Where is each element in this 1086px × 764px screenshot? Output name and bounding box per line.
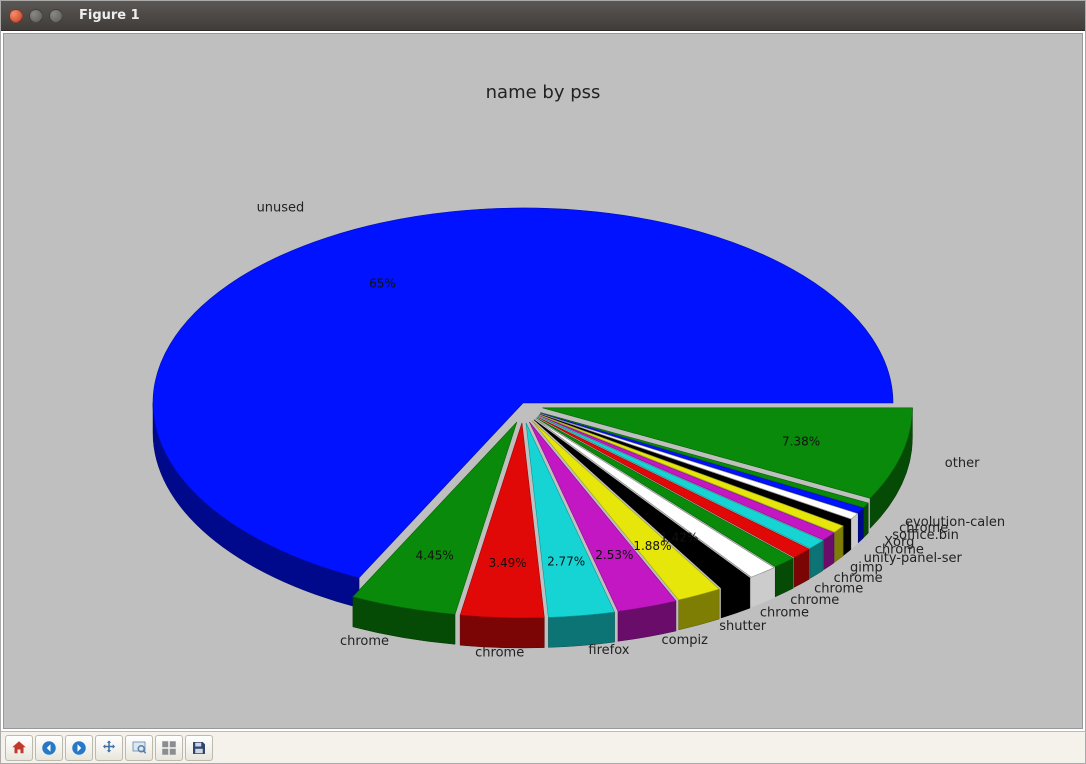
arrow-left-icon [40, 739, 58, 757]
pie-slice-label: chrome [475, 645, 524, 660]
pie-slice-side [858, 508, 863, 543]
pan-button[interactable] [95, 735, 123, 761]
chart-title: name by pss [486, 82, 601, 103]
figure-canvas[interactable]: name by pss unused 65% chrome 4.45% chrome 3.… [3, 33, 1083, 729]
pie-slice-percent: 3.49% [489, 556, 527, 570]
arrow-right-icon [70, 739, 88, 757]
pie-slice-label: unused [257, 200, 305, 215]
home-icon [10, 739, 28, 757]
pie-slice-percent: 2.77% [547, 554, 585, 568]
pie-slice-label: shutter [719, 619, 766, 634]
pie-slice-percent: 1.42% [660, 530, 698, 544]
pie-slice-side [548, 612, 614, 647]
pie-chart: unused 65% chrome 4.45% chrome 3.49% firefox 2.… [63, 103, 1023, 729]
zoom-button[interactable] [125, 735, 153, 761]
matplotlib-toolbar [1, 731, 1085, 763]
titlebar[interactable]: Figure 1 [1, 1, 1085, 31]
pie-slice-label: compiz [662, 633, 709, 648]
pie-slice-percent: 4.45% [416, 548, 454, 562]
save-icon [190, 739, 208, 757]
subplots-button[interactable] [155, 735, 183, 761]
pie-slice-side [851, 513, 857, 548]
pie-slice-percent: 7.38% [782, 434, 820, 448]
close-icon[interactable] [9, 9, 23, 23]
pie-slice-label: other [945, 455, 980, 470]
window-title: Figure 1 [79, 8, 140, 23]
pie-slice-side [460, 615, 544, 648]
pie-slice-percent: 65% [369, 276, 396, 290]
pie-slice-label: evolution-calen [905, 515, 1005, 530]
zoom-icon [130, 739, 148, 757]
home-button[interactable] [5, 735, 33, 761]
back-button[interactable] [35, 735, 63, 761]
save-button[interactable] [185, 735, 213, 761]
pie-slice-label: firefox [588, 643, 629, 658]
pie-slice-side [843, 519, 850, 555]
pie-slice-side [864, 503, 869, 537]
pie-slice-label: chrome [340, 634, 389, 649]
minimize-icon[interactable] [29, 9, 43, 23]
move-icon [100, 739, 118, 757]
pie-slice-percent: 2.53% [595, 548, 633, 562]
maximize-icon[interactable] [49, 9, 63, 23]
forward-button[interactable] [65, 735, 93, 761]
app-window: Figure 1 name by pss unused 65% chrome 4.45… [0, 0, 1086, 764]
configure-icon [160, 739, 178, 757]
